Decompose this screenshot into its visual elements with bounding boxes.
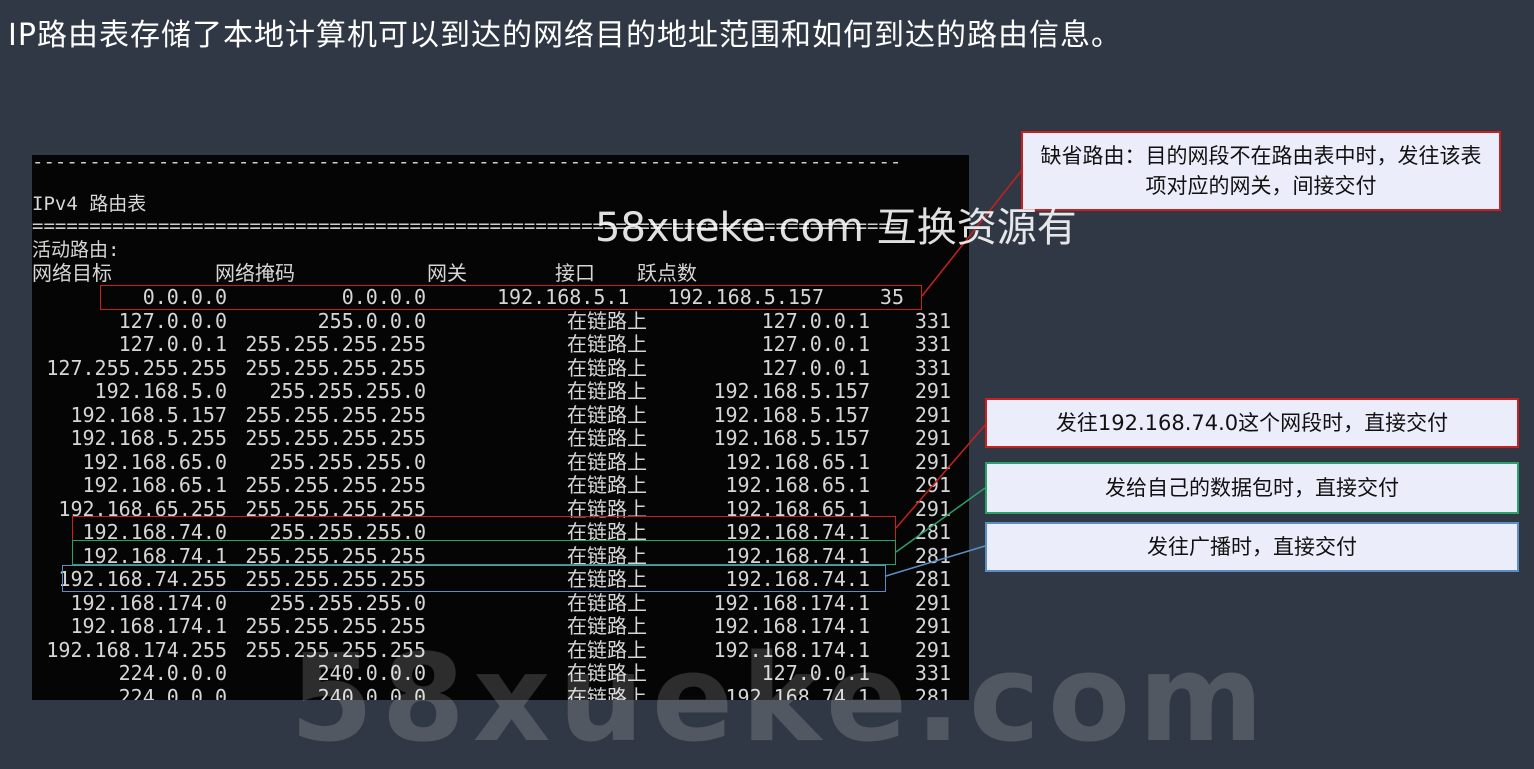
table-row: 127.0.0.0 255.0.0.0 在链路上 127.0.0.1 331 bbox=[32, 308, 969, 333]
cell-interface: 192.168.5.157 bbox=[713, 426, 870, 450]
cell-metric: 281 bbox=[914, 543, 951, 568]
cell-metric: 291 bbox=[914, 473, 951, 497]
cell-metric: 331 bbox=[914, 308, 951, 333]
cell-metric: 291 bbox=[914, 449, 951, 474]
cell-gateway: 在链路上 bbox=[567, 379, 647, 403]
cell-destination: 192.168.174.255 bbox=[46, 637, 227, 662]
slide-title: IP路由表存储了本地计算机可以到达的网络目的地址范围和如何到达的路由信息。 bbox=[8, 18, 1122, 53]
self-packet-callout: 发给自己的数据包时，直接交付 bbox=[985, 462, 1519, 514]
cell-destination: 192.168.174.0 bbox=[70, 590, 227, 615]
cell-netmask: 255.255.255.255 bbox=[245, 473, 426, 497]
table-row: 192.168.65.1 255.255.255.255 在链路上 192.168.6… bbox=[32, 474, 969, 497]
cell-metric: 291 bbox=[914, 590, 951, 615]
cell-metric: 291 bbox=[914, 402, 951, 427]
header-destination: 网络目标 bbox=[32, 261, 112, 285]
default-route-callout: 缺省路由：目的网段不在路由表中时，发往该表项对应的网关，间接交付 bbox=[1021, 131, 1501, 211]
cell-interface: 192.168.174.1 bbox=[713, 590, 870, 615]
cell-destination: 192.168.5.255 bbox=[70, 426, 227, 450]
cell-metric: 291 bbox=[914, 496, 951, 521]
cell-metric: 331 bbox=[914, 332, 951, 356]
separator-dash: ----------------------------------------… bbox=[32, 155, 902, 173]
cell-destination: 192.168.174.1 bbox=[70, 614, 227, 638]
broadcast-callout: 发往广播时，直接交付 bbox=[985, 522, 1519, 572]
cell-interface: 127.0.0.1 bbox=[761, 355, 870, 380]
cell-netmask: 255.0.0.0 bbox=[317, 308, 426, 333]
cell-interface: 192.168.65.1 bbox=[725, 449, 871, 474]
cell-netmask: 255.255.255.0 bbox=[269, 379, 426, 403]
cell-interface: 127.0.0.1 bbox=[761, 332, 870, 356]
cell-gateway: 在链路上 bbox=[567, 355, 647, 380]
cell-netmask: 255.255.255.0 bbox=[269, 590, 426, 615]
active-routes-label: 活动路由: bbox=[32, 239, 120, 261]
header-interface: 接口 bbox=[555, 261, 595, 285]
cell-netmask: 255.255.255.255 bbox=[245, 402, 426, 427]
watermark-bottom: 58xueke.com bbox=[290, 630, 1272, 769]
cell-destination: 127.0.0.0 bbox=[118, 308, 227, 333]
self-packet-highlight bbox=[72, 540, 896, 565]
cell-metric: 281 bbox=[914, 567, 951, 591]
cell-destination: 224.0.0.0 bbox=[118, 661, 227, 685]
cell-destination: 224.0.0.0 bbox=[118, 684, 227, 700]
cell-destination: 192.168.5.0 bbox=[94, 379, 227, 403]
broadcast-highlight bbox=[62, 565, 886, 592]
cell-destination: 127.255.255.255 bbox=[46, 355, 227, 380]
cell-gateway: 在链路上 bbox=[567, 449, 647, 474]
watermark-top: 58xueke.com 互换资源有 bbox=[595, 205, 1077, 251]
table-row: 192.168.5.157 255.255.255.255 在链路上 192.168.… bbox=[32, 402, 969, 427]
cell-metric: 331 bbox=[914, 355, 951, 380]
table-row: 192.168.5.255 255.255.255.255 在链路上 192.168.… bbox=[32, 427, 969, 450]
cell-metric: 291 bbox=[914, 379, 951, 403]
cell-gateway: 在链路上 bbox=[567, 332, 647, 356]
cell-gateway: 在链路上 bbox=[567, 590, 647, 615]
default-route-highlight bbox=[100, 285, 922, 310]
table-row: 127.0.0.1 255.255.255.255 在链路上 127.0.0.1 331 bbox=[32, 333, 969, 356]
cell-destination: 192.168.65.1 bbox=[82, 473, 228, 497]
network-74-highlight bbox=[72, 516, 896, 541]
cell-interface: 192.168.65.1 bbox=[725, 473, 871, 497]
table-title: IPv4 路由表 bbox=[32, 193, 147, 215]
cell-gateway: 在链路上 bbox=[567, 426, 647, 450]
cell-gateway: 在链路上 bbox=[567, 308, 647, 333]
cell-destination: 127.0.0.1 bbox=[118, 332, 227, 356]
header-netmask: 网络掩码 bbox=[215, 261, 295, 285]
table-row: 127.255.255.255 255.255.255.255 在链路上 127.0.… bbox=[32, 355, 969, 380]
cell-netmask: 255.255.255.255 bbox=[245, 426, 426, 450]
cell-netmask: 255.255.255.0 bbox=[269, 449, 426, 474]
cell-metric: 291 bbox=[914, 426, 951, 450]
header-metric: 跃点数 bbox=[637, 261, 697, 285]
table-row: 192.168.5.0 255.255.255.0 在链路上 192.168.5.15… bbox=[32, 380, 969, 403]
cell-metric: 281 bbox=[914, 520, 951, 544]
cell-gateway: 在链路上 bbox=[567, 473, 647, 497]
cell-interface: 192.168.5.157 bbox=[713, 379, 870, 403]
cell-netmask: 255.255.255.255 bbox=[245, 332, 426, 356]
cell-destination: 192.168.5.157 bbox=[70, 402, 227, 427]
cell-gateway: 在链路上 bbox=[567, 402, 647, 427]
cell-interface: 192.168.5.157 bbox=[713, 402, 870, 427]
cell-destination: 192.168.65.0 bbox=[82, 449, 228, 474]
header-gateway: 网关 bbox=[427, 261, 467, 285]
cell-interface: 127.0.0.1 bbox=[761, 308, 870, 333]
cell-netmask: 255.255.255.255 bbox=[245, 355, 426, 380]
table-row: 192.168.65.0 255.255.255.0 在链路上 192.168.65.… bbox=[32, 449, 969, 474]
table-row: 192.168.174.0 255.255.255.0 在链路上 192.168.17… bbox=[32, 590, 969, 615]
network-74-callout: 发往192.168.74.0这个网段时，直接交付 bbox=[985, 398, 1519, 448]
